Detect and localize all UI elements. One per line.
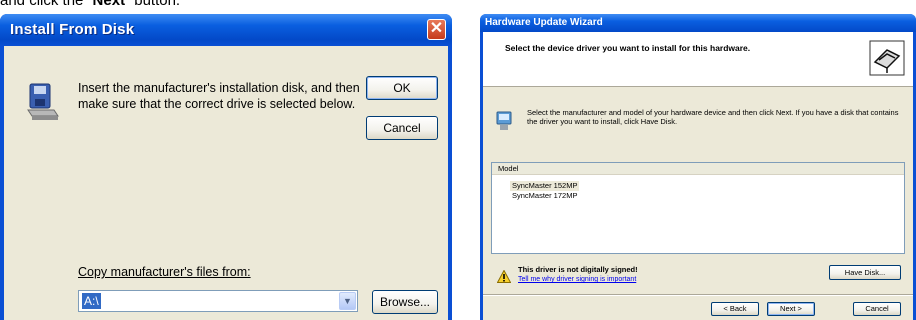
have-disk-button[interactable]: Have Disk... — [829, 265, 901, 280]
ok-button[interactable]: OK — [366, 76, 438, 100]
wizard-body: Select the device driver you want to ins… — [483, 32, 913, 320]
wizard-title: Hardware Update Wizard — [485, 17, 603, 28]
wizard-titlebar[interactable]: Hardware Update Wizard — [480, 14, 916, 32]
unsigned-driver-warning: This driver is not digitally signed! — [518, 265, 638, 274]
hardware-icon — [869, 40, 905, 76]
instruction-caption: and click the “Next” button. — [0, 0, 180, 9]
wizard-instruction: Select the manufacturer and model of you… — [527, 108, 899, 126]
copy-from-combobox[interactable]: A:\ ▼ — [78, 290, 358, 312]
wizard-header: Select the device driver you want to ins… — [483, 32, 913, 87]
chevron-down-icon[interactable]: ▼ — [339, 292, 356, 310]
back-button[interactable]: < Back — [711, 302, 759, 316]
hardware-update-wizard: Hardware Update Wizard Select the device… — [480, 14, 916, 320]
wizard-cancel-button[interactable]: Cancel — [853, 302, 901, 316]
driver-signing-link[interactable]: Tell me why driver signing is important — [518, 276, 636, 283]
copy-label-text: Copy manufacturer's files from: — [78, 265, 251, 279]
browse-button[interactable]: Browse... — [372, 290, 438, 314]
install-dialog-titlebar[interactable]: Install From Disk ✕ — [0, 14, 452, 46]
list-item[interactable]: SyncMaster 152MP — [510, 181, 580, 191]
copy-files-label: Copy manufacturer's files from: — [78, 265, 251, 279]
caption-bold: Next — [92, 0, 126, 9]
close-button[interactable]: ✕ — [427, 19, 446, 40]
next-button[interactable]: Next > — [767, 302, 815, 316]
install-message: Insert the manufacturer's installation d… — [78, 81, 360, 111]
install-dialog-body: Insert the manufacturer's installation d… — [4, 46, 448, 320]
device-icon — [496, 111, 512, 130]
install-dialog-title: Install From Disk — [10, 21, 135, 38]
model-column-header[interactable]: Model — [492, 163, 904, 175]
copy-from-value[interactable]: A:\ — [82, 293, 101, 309]
warning-icon — [497, 270, 511, 283]
caption-suffix: ” button. — [125, 0, 181, 9]
cancel-button[interactable]: Cancel — [366, 116, 438, 140]
wizard-heading: Select the device driver you want to ins… — [505, 43, 751, 53]
install-from-disk-dialog: Install From Disk ✕ Insert the manufactu… — [0, 14, 452, 320]
caption-prefix: and click the “ — [0, 0, 93, 9]
disk-drive-icon — [27, 83, 59, 120]
model-list[interactable]: Model SyncMaster 152MP SyncMaster 172MP — [491, 162, 905, 254]
wizard-divider — [483, 294, 913, 296]
close-icon: ✕ — [429, 20, 444, 37]
list-item[interactable]: SyncMaster 172MP — [510, 191, 579, 201]
